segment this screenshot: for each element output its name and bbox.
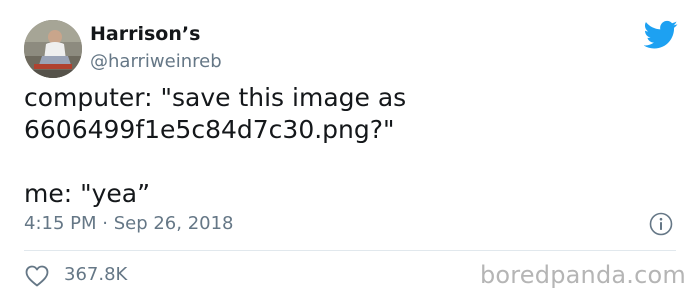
tweet-text-line [24,146,674,178]
twitter-bird-icon[interactable] [644,20,678,50]
watermark: boredpanda.com [479,261,686,289]
like-count: 367.8K [64,264,128,285]
avatar-photo [24,20,82,78]
tweet-timestamp[interactable]: 4:15 PM · Sep 26, 2018 [24,212,234,236]
author-display-name[interactable]: Harrison’s [90,22,200,46]
tweet-text-line: 6606499f1e5c84d7c30.png?" [24,115,395,144]
tweet-text-line: me: "yea” [24,179,151,208]
author-handle[interactable]: @harriweinreb [90,50,222,74]
tweet-text-line: computer: "save this image as [24,83,407,112]
heart-outline-icon[interactable] [25,265,49,287]
info-icon[interactable] [649,212,673,236]
divider [24,250,676,251]
avatar[interactable] [24,20,82,78]
tweet-text: computer: "save this image as 6606499f1e… [24,82,674,210]
